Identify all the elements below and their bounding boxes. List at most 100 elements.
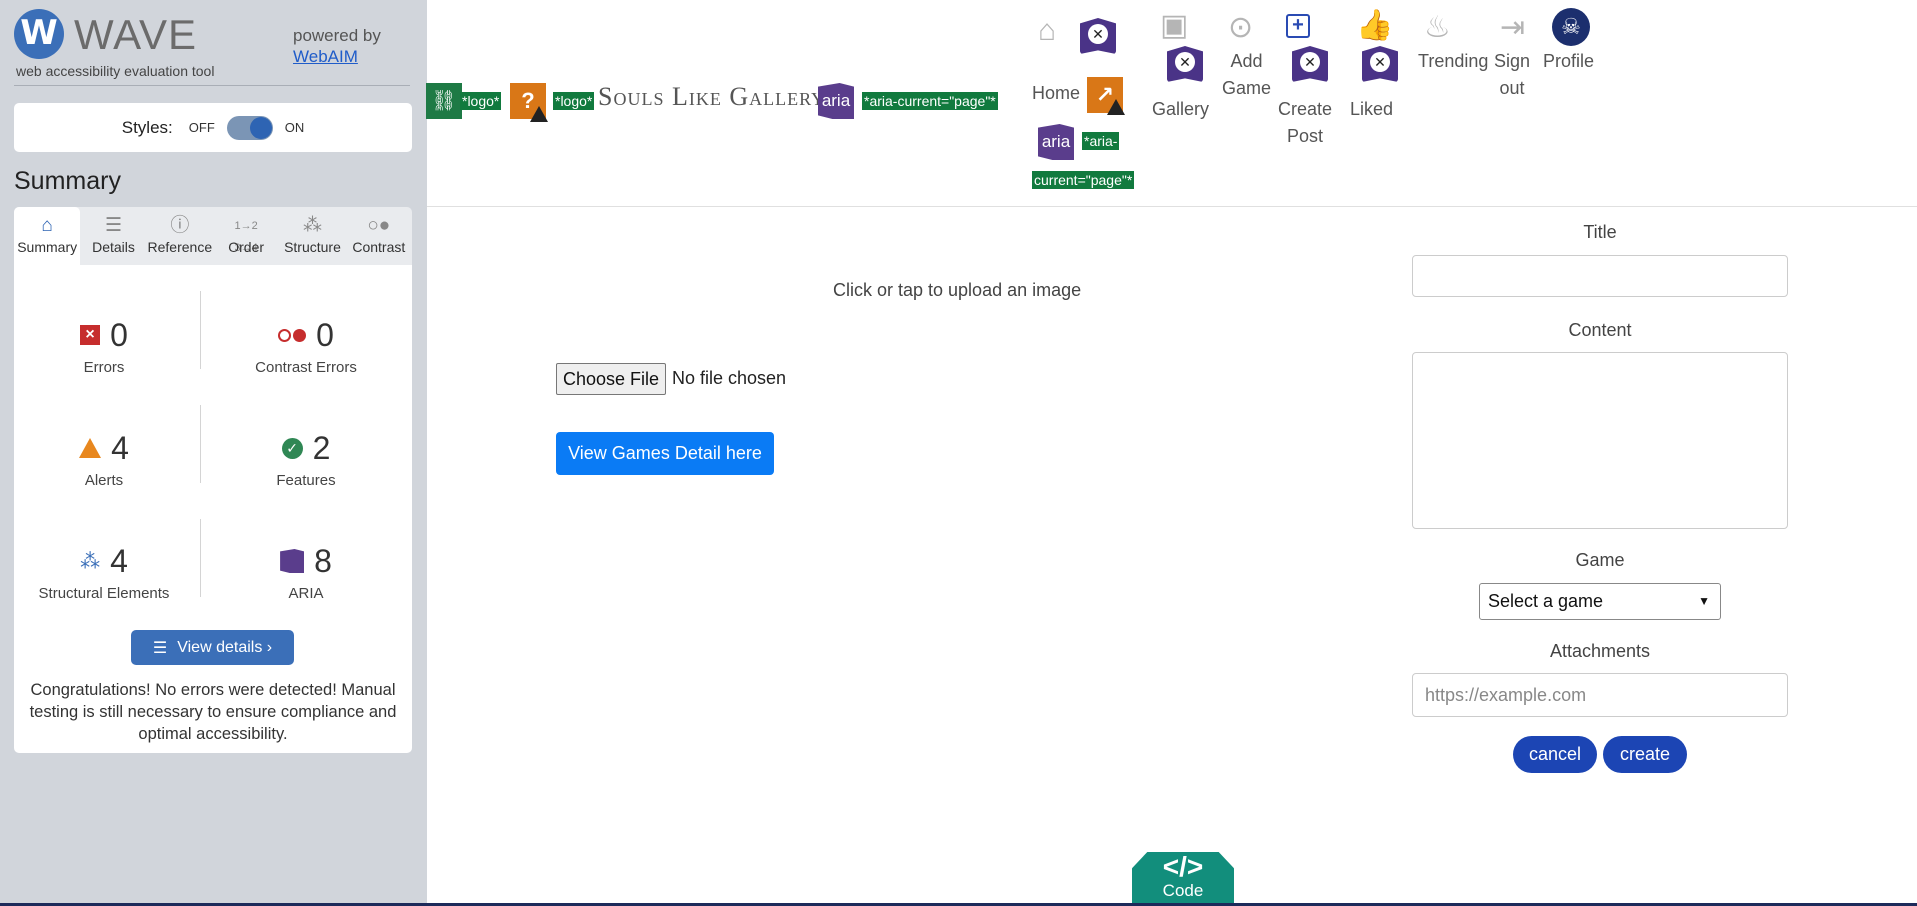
wave-logo-icon: W: [14, 9, 64, 59]
summary-title: Summary: [14, 167, 121, 195]
webaim-link[interactable]: WebAIM: [293, 47, 358, 66]
aria-icon[interactable]: aria: [1038, 124, 1074, 160]
styles-off-label: OFF: [188, 120, 215, 135]
structural-label: Structural Elements: [38, 585, 170, 602]
nav-trending[interactable]: Trending: [1418, 48, 1488, 75]
thumbs-up-icon: 👍: [1356, 9, 1394, 42]
powered-by-text: powered by: [293, 26, 381, 45]
feature-link-icon[interactable]: ⛓: [426, 83, 462, 119]
gamepad-icon: ⊙: [1228, 11, 1254, 44]
nav-profile[interactable]: Profile: [1543, 48, 1594, 75]
tab-structure-label: Structure: [284, 239, 341, 255]
attachments-placeholder: https://example.com: [1425, 685, 1587, 705]
nav-create-post-line2: Post: [1287, 126, 1324, 146]
aria-current-tag: *aria-: [1082, 132, 1120, 150]
toggle-knob-icon: [249, 116, 272, 139]
aria-icon[interactable]: aria: [818, 83, 854, 119]
tab-reference[interactable]: ⓘ Reference: [147, 207, 213, 265]
view-details-label: View details ›: [177, 638, 273, 656]
site-brand[interactable]: Souls Like Gallery: [598, 82, 825, 112]
features-label: Features: [276, 472, 336, 489]
view-details-button[interactable]: ☰ View details ›: [131, 630, 294, 665]
sign-out-icon: ⇥: [1500, 11, 1526, 44]
game-select[interactable]: Select a game ▼: [1479, 583, 1721, 620]
tab-structure[interactable]: ⁂ Structure: [279, 207, 345, 265]
nav-sign-out-line2: out: [1499, 78, 1525, 98]
list-icon: ☰: [152, 639, 168, 657]
contrast-count: 0: [316, 316, 334, 353]
tab-order[interactable]: 1→2 3→4 Order: [213, 207, 279, 265]
nav-sign-out[interactable]: Sign out: [1494, 48, 1530, 102]
code-label: Code: [1162, 881, 1204, 900]
chevron-down-icon: ▼: [1698, 594, 1710, 608]
stat-aria[interactable]: 8 ARIA: [216, 541, 396, 602]
errors-label: Errors: [83, 359, 125, 376]
tab-contrast[interactable]: ○● Contrast: [346, 207, 412, 265]
tab-summary-label: Summary: [17, 239, 78, 255]
styles-label: Styles:: [121, 117, 173, 137]
nav-sign-out-line1: Sign: [1494, 51, 1531, 71]
stat-features[interactable]: ✓ 2 Features: [216, 428, 396, 490]
aria-current-tag: current="page"*: [1032, 171, 1135, 189]
contrast-error-icon[interactable]: [1362, 46, 1398, 82]
cancel-button[interactable]: cancel: [1513, 736, 1597, 773]
create-button[interactable]: create: [1603, 736, 1687, 773]
aria-current-tag: *aria-current="page"*: [862, 92, 998, 110]
content-label: Content: [1568, 320, 1632, 340]
warning-triangle-icon: [1107, 99, 1125, 115]
info-icon: ⓘ: [170, 215, 190, 236]
wave-tabs: ⌂ Summary ☰ Details ⓘ Reference 1→2 3→4 O…: [14, 207, 412, 265]
features-count: 2: [312, 429, 331, 466]
structural-count: 4: [110, 542, 128, 579]
wave-code-toggle[interactable]: </> Code: [1132, 852, 1234, 906]
view-games-detail-button[interactable]: View Games Detail here: [556, 432, 774, 475]
code-icon: </>: [1162, 851, 1204, 882]
nav-home[interactable]: Home: [1032, 80, 1080, 107]
powered-by: powered by WebAIM: [293, 25, 381, 67]
check-icon: ✓: [281, 437, 303, 459]
contrast-error-icon[interactable]: [1167, 46, 1203, 82]
error-icon: ×: [80, 325, 101, 345]
divider: [200, 291, 201, 369]
nav-gallery[interactable]: Gallery: [1152, 96, 1209, 123]
profile-avatar[interactable]: ☠: [1552, 8, 1590, 46]
stat-errors[interactable]: × 0 Errors: [14, 315, 194, 376]
tab-details[interactable]: ☰ Details: [80, 207, 146, 265]
aria-label: ARIA: [288, 585, 324, 602]
content-textarea[interactable]: [1412, 352, 1788, 529]
home-icon: ⌂: [41, 215, 53, 236]
contrast-error-icon[interactable]: [1292, 46, 1328, 82]
home-icon: ⌂: [1038, 14, 1057, 47]
attachments-input[interactable]: https://example.com: [1412, 673, 1788, 717]
nav-liked[interactable]: Liked: [1350, 96, 1393, 123]
fire-icon: ♨: [1424, 11, 1451, 44]
game-label: Game: [1575, 550, 1625, 570]
stat-structural[interactable]: ⁂ 4 Structural Elements: [14, 541, 194, 603]
summary-body: × 0 Errors 0 Contrast Errors 4 Alerts ✓ 2 …: [14, 265, 412, 753]
structure-icon: ⁂: [302, 215, 322, 236]
contrast-icon: ○●: [367, 215, 391, 236]
contrast-error-icon[interactable]: [1080, 18, 1116, 54]
styles-toggle-switch[interactable]: [226, 115, 273, 140]
tab-order-label: Order: [228, 239, 265, 255]
nav-create-post[interactable]: Create Post: [1278, 96, 1332, 150]
nav-add-game-line2: Game: [1222, 78, 1272, 98]
choose-file-button[interactable]: Choose File: [556, 363, 666, 395]
title-input[interactable]: [1412, 255, 1788, 297]
stat-alerts[interactable]: 4 Alerts: [14, 428, 194, 489]
wave-subtitle: web accessibility evaluation tool: [16, 63, 215, 79]
upload-prompt[interactable]: Click or tap to upload an image: [833, 280, 1081, 301]
tab-summary[interactable]: ⌂ Summary: [14, 207, 81, 265]
plus-square-icon: +: [1286, 14, 1310, 38]
structure-icon: ⁂: [80, 550, 101, 573]
stat-contrast-errors[interactable]: 0 Contrast Errors: [216, 315, 396, 377]
game-select-value: Select a game: [1488, 591, 1604, 611]
divider: [200, 519, 201, 597]
tab-reference-label: Reference: [147, 239, 213, 255]
styles-on-label: ON: [284, 120, 305, 135]
styles-toggle-panel: Styles: OFF ON: [14, 103, 412, 152]
nav-add-game[interactable]: Add Game: [1222, 48, 1271, 102]
logo-tag: *logo*: [460, 92, 502, 110]
alerts-label: Alerts: [84, 472, 124, 489]
gallery-icon: ▣: [1160, 9, 1189, 42]
